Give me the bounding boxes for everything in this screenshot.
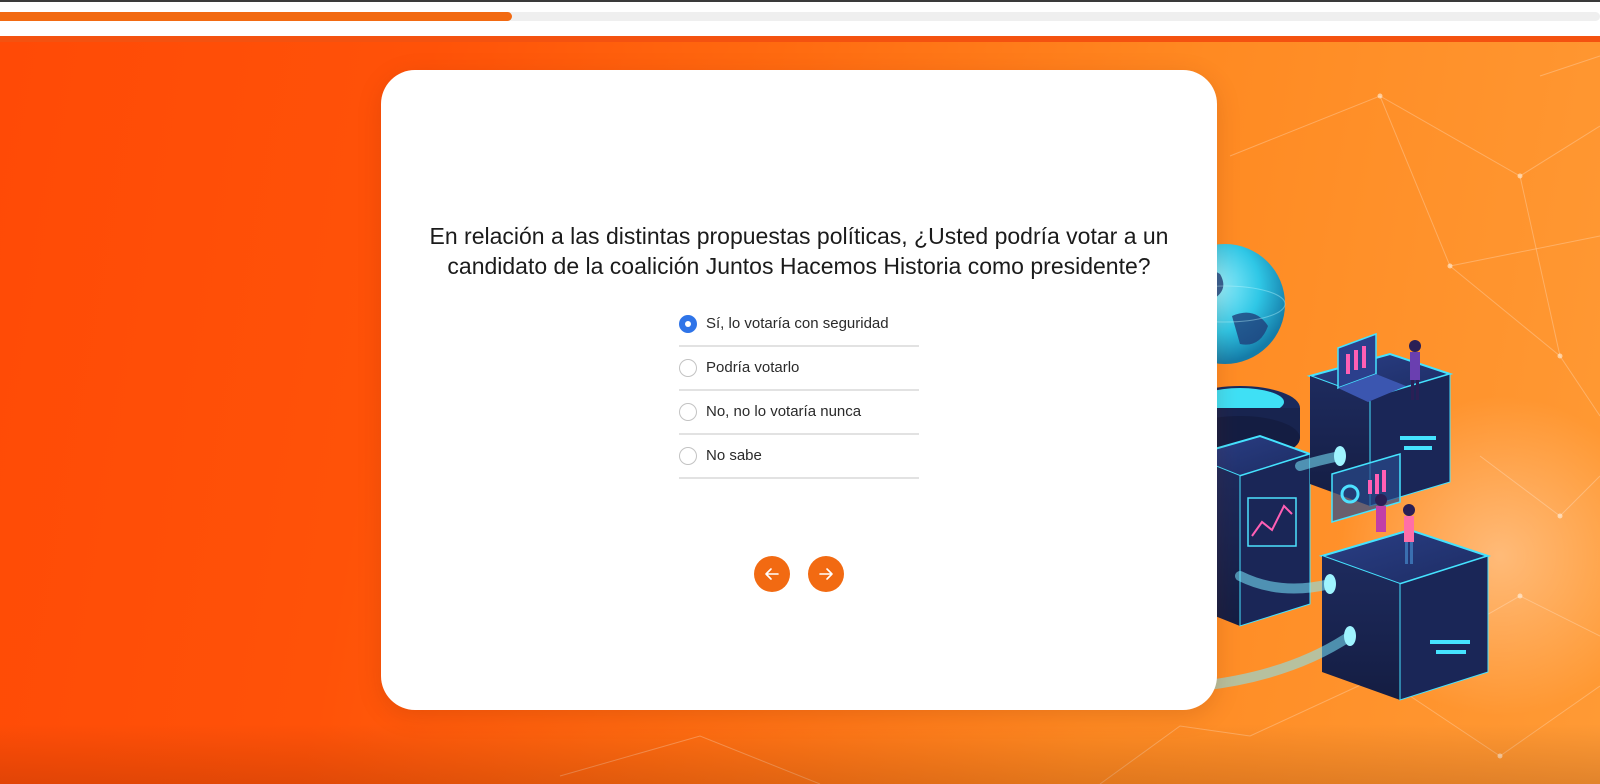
- answer-option[interactable]: No sabe: [679, 435, 919, 479]
- answer-options: Sí, lo votaría con seguridad Podría vota…: [679, 303, 919, 479]
- answer-option-label: Sí, lo votaría con seguridad: [706, 315, 889, 332]
- answer-option-label: No sabe: [706, 447, 762, 464]
- answer-option-label: No, no lo votaría nunca: [706, 403, 862, 420]
- radio-button-selected[interactable]: [679, 315, 697, 333]
- previous-button[interactable]: [754, 556, 790, 592]
- arrow-right-icon: [819, 568, 833, 580]
- progress-bar: [0, 12, 1600, 21]
- next-button[interactable]: [808, 556, 844, 592]
- progress-bar-fill: [0, 12, 512, 21]
- question-text: En relación a las distintas propuestas p…: [429, 223, 1169, 279]
- background-bottom-shade: [0, 724, 1600, 784]
- answer-option-label: Podría votarlo: [706, 359, 800, 376]
- radio-button[interactable]: [679, 447, 697, 465]
- answer-option[interactable]: Sí, lo votaría con seguridad: [679, 303, 919, 347]
- survey-card: En relación a las distintas propuestas p…: [381, 70, 1217, 710]
- radio-button[interactable]: [679, 359, 697, 377]
- survey-background: En relación a las distintas propuestas p…: [0, 36, 1600, 784]
- answer-option[interactable]: Podría votarlo: [679, 347, 919, 391]
- answer-option[interactable]: No, no lo votaría nunca: [679, 391, 919, 435]
- radio-button[interactable]: [679, 403, 697, 421]
- arrow-left-icon: [765, 568, 779, 580]
- progress-header: [0, 2, 1600, 36]
